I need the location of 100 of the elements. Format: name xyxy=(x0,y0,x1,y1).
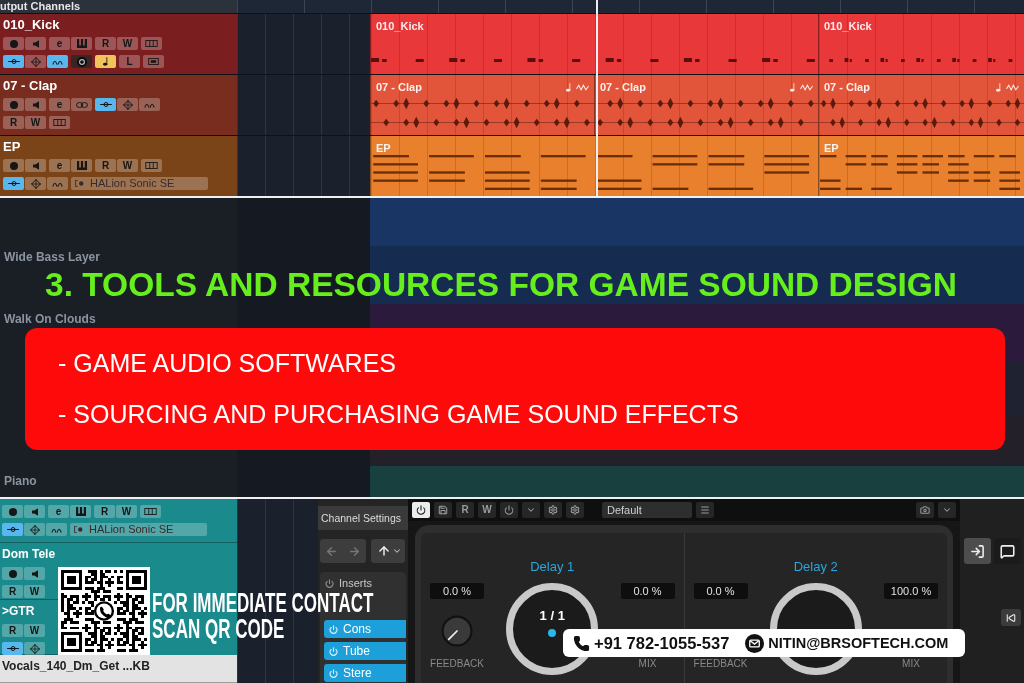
letter-button[interactable]: R xyxy=(3,116,24,129)
letter-button[interactable]: e xyxy=(48,505,69,518)
audio-clip[interactable]: 07 - Clap xyxy=(818,75,1024,135)
insert-slot[interactable]: Stere xyxy=(324,664,406,682)
lanes-button[interactable] xyxy=(49,116,70,129)
letter-button[interactable]: W xyxy=(478,502,496,518)
track-name: EP xyxy=(3,139,22,154)
eq-button[interactable] xyxy=(24,642,45,655)
record-button[interactable] xyxy=(2,567,23,580)
topic-item: - SOURCING AND PURCHASING GAME SOUND EFFECTS xyxy=(58,401,740,427)
audio-clip[interactable]: 07 - Clap xyxy=(370,75,594,135)
power-button[interactable] xyxy=(500,502,518,518)
up-button[interactable] xyxy=(371,539,405,563)
eq-button[interactable] xyxy=(24,523,45,536)
lanes-button[interactable] xyxy=(141,37,162,50)
disc-button[interactable] xyxy=(71,55,92,68)
wave-icon xyxy=(1006,83,1019,91)
midi-clip[interactable]: 010_Kick xyxy=(370,14,818,74)
input-button[interactable] xyxy=(3,177,24,190)
sends-button[interactable] xyxy=(46,523,67,536)
speaker-icon xyxy=(31,569,38,578)
monitor-button[interactable] xyxy=(25,37,46,50)
diamond-icon xyxy=(30,178,41,189)
monitor-button[interactable] xyxy=(25,159,46,172)
rewind-button[interactable] xyxy=(1001,609,1021,626)
sends-button[interactable] xyxy=(139,98,160,111)
keyboard-button[interactable] xyxy=(71,37,92,50)
feedback-knob[interactable] xyxy=(441,615,473,647)
value-field[interactable]: 0.0 % xyxy=(693,583,748,599)
record-button[interactable] xyxy=(3,159,24,172)
letter-button[interactable]: R xyxy=(94,505,115,518)
power-icon xyxy=(329,668,338,678)
letter-button[interactable]: R xyxy=(95,37,116,50)
input-button[interactable] xyxy=(3,55,24,68)
sends-button[interactable] xyxy=(47,177,68,190)
preset-field[interactable]: Default xyxy=(602,502,692,518)
letter-button[interactable]: W xyxy=(24,624,45,637)
param-label: MIX xyxy=(638,659,657,669)
letter-button[interactable]: W xyxy=(116,505,137,518)
forward-button[interactable] xyxy=(348,544,361,558)
record-button[interactable] xyxy=(3,37,24,50)
keyboard-button[interactable] xyxy=(71,159,92,172)
letter-button[interactable]: R xyxy=(2,585,23,598)
value-field[interactable]: 0.0 % xyxy=(430,583,484,599)
letter-button[interactable]: e xyxy=(49,159,70,172)
lanes-button[interactable] xyxy=(140,505,161,518)
monitor-button[interactable] xyxy=(24,567,45,580)
input-button[interactable] xyxy=(2,523,23,536)
back-button[interactable] xyxy=(325,544,338,558)
insert-slot[interactable]: Tube xyxy=(324,642,406,660)
audio-clip[interactable]: 07 - Clap xyxy=(594,75,818,135)
monitor-button[interactable] xyxy=(25,98,46,111)
caret-icon xyxy=(942,505,952,515)
track-header[interactable]: 010_Kick e R W L xyxy=(0,14,237,74)
keyboard-button[interactable] xyxy=(70,505,91,518)
letter-button[interactable]: R xyxy=(2,624,23,637)
letter-button[interactable]: e xyxy=(49,37,70,50)
value-field[interactable]: 0.0 % xyxy=(620,583,675,599)
caret-button[interactable] xyxy=(938,502,956,518)
clip-name: 010_Kick xyxy=(376,20,424,32)
music-note-icon xyxy=(566,82,572,92)
input-button[interactable] xyxy=(2,642,23,655)
insert-slot[interactable]: Cons xyxy=(324,620,406,638)
line-circle-icon xyxy=(7,59,20,64)
letter-button[interactable]: W xyxy=(117,37,138,50)
letter-button[interactable]: W xyxy=(24,585,45,598)
dot-icon xyxy=(9,100,18,109)
lanes-button[interactable] xyxy=(141,159,162,172)
instrument-field[interactable]: HALion Sonic SE xyxy=(71,177,208,190)
gear-button[interactable] xyxy=(566,502,584,518)
input-button[interactable] xyxy=(95,98,116,111)
record-button[interactable] xyxy=(3,98,24,111)
gear-button[interactable] xyxy=(544,502,562,518)
note-button[interactable] xyxy=(95,55,116,68)
track-header[interactable]: 07 - Clap e R W xyxy=(0,75,237,135)
letter-button[interactable]: R xyxy=(95,159,116,172)
value-field[interactable]: 100.0 % xyxy=(884,583,938,599)
frame-button[interactable] xyxy=(143,55,164,68)
chat-button[interactable] xyxy=(994,538,1021,564)
save-button[interactable] xyxy=(434,502,452,518)
power-button[interactable] xyxy=(412,502,430,518)
diamond-icon xyxy=(29,643,40,654)
letter-button[interactable]: L xyxy=(119,55,140,68)
letter-button[interactable]: W xyxy=(117,159,138,172)
diamond-icon xyxy=(30,56,41,67)
menu-button[interactable] xyxy=(696,502,714,518)
letter-button[interactable]: W xyxy=(25,116,46,129)
sends-button[interactable] xyxy=(47,55,68,68)
track-name: Dom Tele xyxy=(2,547,56,562)
monitor-button[interactable] xyxy=(24,505,45,518)
letter-button[interactable]: e xyxy=(49,98,70,111)
track-header[interactable]: Vocals_140_Dm_Get ...KB xyxy=(0,655,237,683)
record-button[interactable] xyxy=(2,505,23,518)
track-header[interactable]: EP e R W HALion Sonic SE xyxy=(0,136,237,196)
instrument-field[interactable]: HALion Sonic SE xyxy=(70,523,207,536)
midi-clip[interactable]: 010_Kick xyxy=(818,14,1024,74)
skip-back-icon xyxy=(1006,612,1016,623)
letter-button[interactable]: R xyxy=(456,502,474,518)
camera-button[interactable] xyxy=(916,502,934,518)
export-button[interactable] xyxy=(964,538,991,564)
